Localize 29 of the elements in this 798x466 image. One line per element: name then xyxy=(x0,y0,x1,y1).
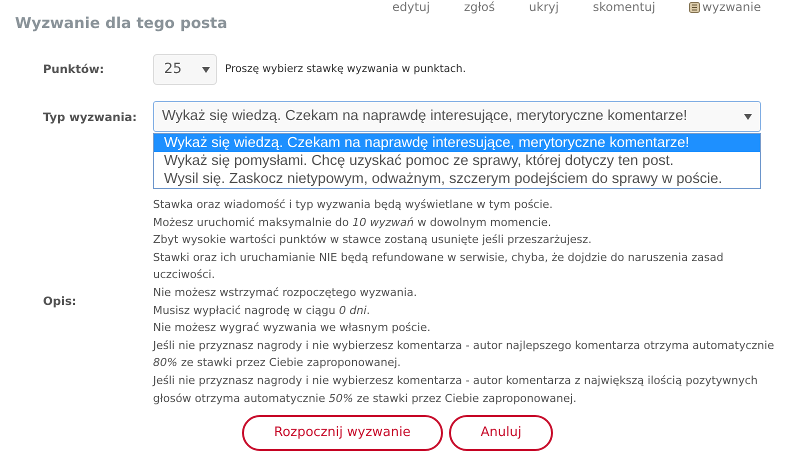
description-text: Stawka oraz wiadomość i typ wyzwania będą wyświetlane w tym poście. xyxy=(153,197,554,213)
description-text: Stawki oraz ich uruchamianie NIE będą refundowane w serwisie, chyba, że dojdzie do naruszenia zasad uczciwości. xyxy=(153,250,724,284)
form-title: Wyzwanie dla tego posta xyxy=(15,14,228,32)
description-text: Zbyt wysokie wartości punktów w stawce zostaną usunięte jeśli przeszarżujesz. xyxy=(153,232,593,248)
hint-text: Proszę wybierz stawkę wyzwania w punktach. xyxy=(225,62,466,77)
challenge-icon xyxy=(689,2,700,12)
description-text: Musisz wypłacić nagrodę w ciągu 0 dni. xyxy=(153,302,372,319)
description-text: Nie możesz wstrzymać rozpoczętego wyzwania. xyxy=(153,284,418,301)
caret-icon xyxy=(202,66,210,72)
description-text: Jeśli nie przyznasz nagrody i nie wybierzesz komentarza - autor najlepszego komentarza otrzyma automatycznie 80% ze stawki przez Ciebie zaproponowanej. xyxy=(153,338,776,372)
dropdown-option[interactable]: Wysil się. Zaskocz nietypowym, odważnym, szczerym podejściem do sprawy w poście. xyxy=(154,170,760,188)
description-text: Nie możesz wygrać wyzwania we własnym poście. xyxy=(153,320,432,336)
cancel-button[interactable]: Anuluj xyxy=(448,415,554,452)
points-select[interactable]: 25 xyxy=(153,54,217,85)
start-button[interactable]: Rozpocznij wyzwanie xyxy=(242,415,443,452)
link[interactable]: zgłoś xyxy=(464,0,495,14)
caret-icon xyxy=(744,114,752,120)
field-label: Opis: xyxy=(42,292,78,310)
description-text: Możesz uruchomić maksymalnie do 10 wyzwań w dowolnym momencie. xyxy=(153,214,552,231)
type-select[interactable]: Wykaż się wiedzą. Czekam na naprawdę interesujące, merytoryczne komentarze! xyxy=(153,101,761,132)
field-label: Typ wyzwania: xyxy=(42,109,138,126)
link[interactable]: wyzwanie xyxy=(689,0,761,14)
field-label: Punktów: xyxy=(42,60,106,78)
description-text: Jeśli nie przyznasz nagrody i nie wybierzesz komentarza - autor komentarza z największą ilością pozytywnych głosów otrzyma automatycznie 50% ze stawki przez Ciebie zaproponowanej. xyxy=(153,372,759,407)
link[interactable]: ukryj xyxy=(528,0,559,14)
dropdown-option[interactable]: Wykaż się pomysłami. Chcę uzyskać pomoc ze sprawy, której dotyczy ten post. xyxy=(154,152,760,170)
link[interactable]: skomentuj xyxy=(592,0,656,14)
dropdown-option[interactable]: Wykaż się wiedzą. Czekam na naprawdę interesujące, merytoryczne komentarze! xyxy=(154,134,760,152)
link[interactable]: edytuj xyxy=(392,0,430,14)
